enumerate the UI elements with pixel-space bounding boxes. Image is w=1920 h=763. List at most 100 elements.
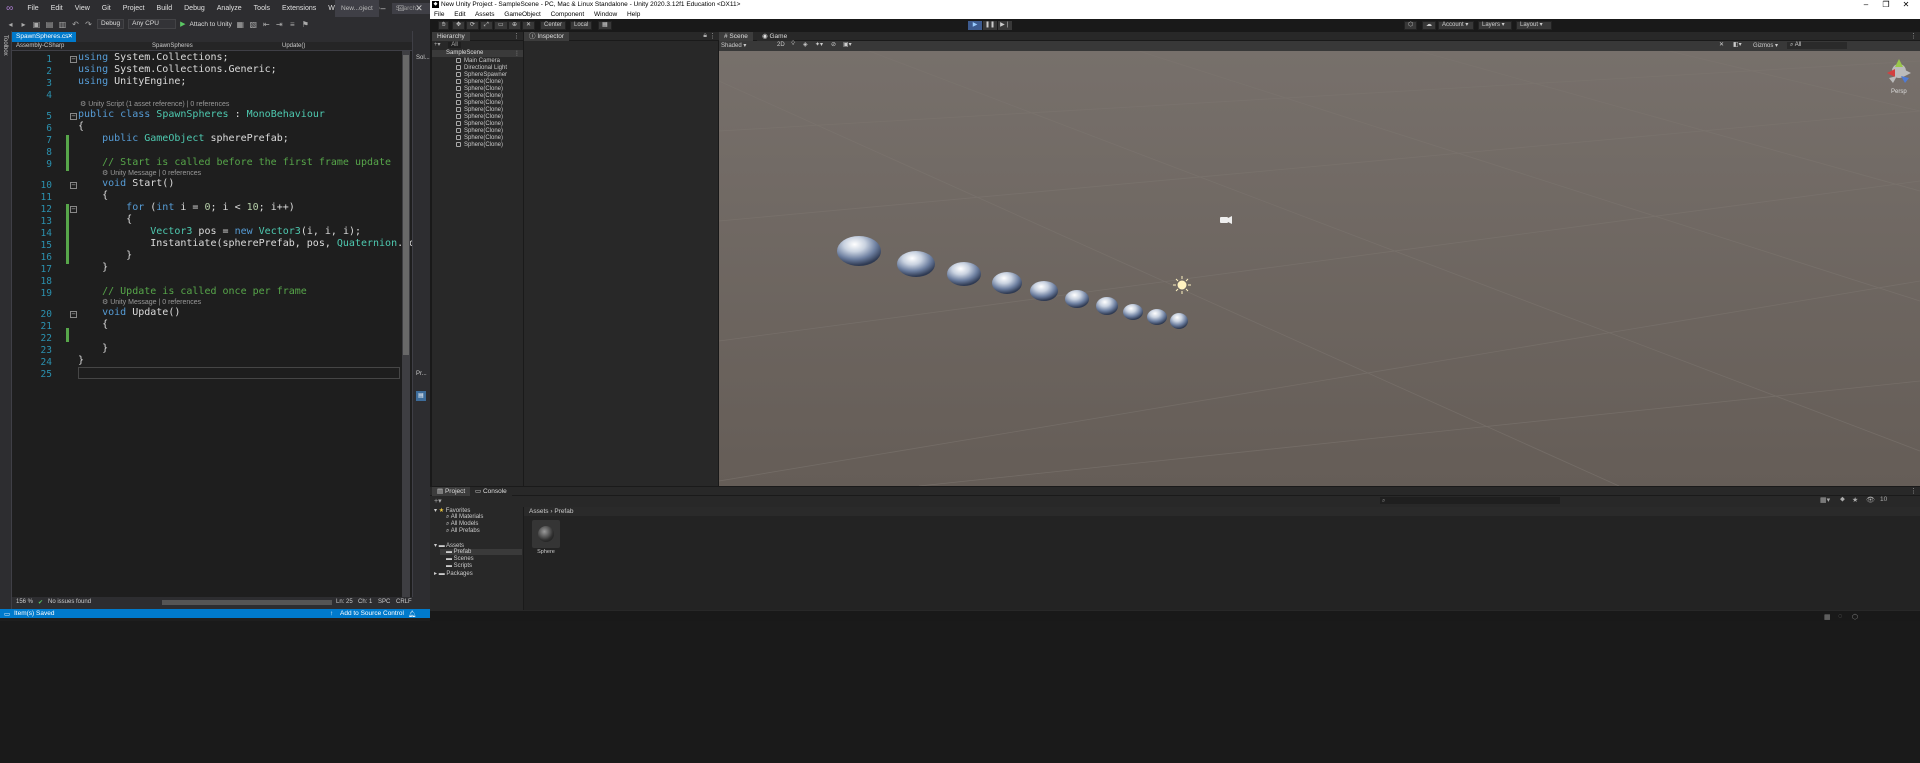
toolbar-tool-icon[interactable]: ⇥ xyxy=(275,20,284,29)
account-dropdown[interactable]: Account ▾ xyxy=(1438,21,1474,30)
new-file-icon[interactable]: ▣ xyxy=(32,20,41,29)
bookmark-icon[interactable]: ⚑ xyxy=(301,20,310,29)
run-icon[interactable]: ▶ xyxy=(180,20,185,28)
tab-game[interactable]: ◉ Game xyxy=(757,32,793,41)
unity-minimize-icon[interactable]: – xyxy=(1856,0,1876,10)
folder-item[interactable]: ▬ Scripts xyxy=(446,563,472,569)
packages-node[interactable]: ▸ ▬ Packages xyxy=(434,570,473,577)
panel-menu-icon[interactable]: ⋮ xyxy=(1910,32,1917,40)
unity-close-icon[interactable]: ✕ xyxy=(1896,0,1916,10)
editor-horizontal-scrollbar[interactable] xyxy=(162,600,332,605)
save-icon[interactable]: ▤ xyxy=(45,20,54,29)
scrollbar-thumb[interactable] xyxy=(403,55,409,355)
menu-debug[interactable]: Debug xyxy=(178,5,211,12)
hand-tool-icon[interactable]: ✋︎ xyxy=(438,21,450,30)
hierarchy-item[interactable]: Directional Light xyxy=(456,65,507,72)
project-search-input[interactable]: ⌕ xyxy=(1380,497,1560,504)
collapse-icon[interactable]: − xyxy=(70,311,77,318)
label-icon[interactable]: ⬥ xyxy=(1840,496,1845,504)
editor-vertical-scrollbar[interactable] xyxy=(402,51,410,597)
render-icon[interactable]: ◧▾ xyxy=(1733,41,1742,48)
hidden-objects-icon[interactable]: ⊘ xyxy=(831,41,836,48)
status-icon[interactable]: ⬡ xyxy=(1852,613,1858,621)
solution-explorer-tab[interactable]: Sol... xyxy=(416,55,430,61)
toolbox-sidebar[interactable]: Toolbox xyxy=(0,31,12,609)
sphere-object[interactable] xyxy=(947,262,981,286)
toolbox-label[interactable]: Toolbox xyxy=(2,35,8,56)
zoom-level[interactable]: 156 % xyxy=(16,599,33,605)
hierarchy-item[interactable]: Sphere(Clone) xyxy=(456,107,503,114)
folder-item-selected[interactable]: ▬ Prefab xyxy=(440,549,522,555)
unity-menu-help[interactable]: Help xyxy=(627,11,640,18)
forward-icon[interactable]: ▸ xyxy=(19,20,28,29)
pause-icon[interactable]: ❚❚ xyxy=(983,21,997,30)
tab-inspector[interactable]: ⓘ Inspector xyxy=(524,32,570,41)
transform-tool-icon[interactable]: ⊕ xyxy=(508,21,522,30)
gizmos-dropdown[interactable]: Gizmos ▾ xyxy=(1753,42,1778,49)
filter-icon[interactable]: ▦▾ xyxy=(1820,496,1830,504)
properties-tab[interactable]: Pr... xyxy=(416,371,427,377)
codelens-start[interactable]: ⚙ Unity Message | 0 references xyxy=(102,169,201,177)
panel-icon[interactable]: ▤ xyxy=(416,391,426,401)
unity-menu-edit[interactable]: Edit xyxy=(454,11,465,18)
unity-menu-assets[interactable]: Assets xyxy=(475,11,495,18)
collapse-icon[interactable]: − xyxy=(70,206,77,213)
codelens-update[interactable]: ⚙ Unity Message | 0 references xyxy=(102,298,201,306)
status-icon[interactable]: ▦ xyxy=(1824,613,1831,621)
sphere-object[interactable] xyxy=(1147,309,1167,325)
move-tool-icon[interactable]: ✥ xyxy=(452,21,466,30)
hierarchy-search-input[interactable]: All xyxy=(448,42,461,48)
scene-viewport[interactable]: Persp xyxy=(719,51,1920,486)
favorites-node[interactable]: ▾ ★ Favorites xyxy=(434,507,470,514)
hierarchy-item[interactable]: SphereSpawner xyxy=(456,72,507,79)
grid-snap-icon[interactable]: ▦ xyxy=(598,21,612,30)
collab-icon[interactable]: ⬡ xyxy=(1404,21,1418,30)
comment-icon[interactable]: ≡ xyxy=(288,20,297,29)
menu-edit[interactable]: Edit xyxy=(45,5,69,12)
menu-project[interactable]: Project xyxy=(117,5,151,12)
unity-menu-component[interactable]: Component xyxy=(551,11,585,18)
platform-dropdown[interactable]: Any CPU xyxy=(128,19,177,29)
configuration-dropdown[interactable]: Debug xyxy=(97,19,125,29)
tools-icon[interactable]: ✕ xyxy=(1719,41,1724,48)
shading-mode-dropdown[interactable]: Shaded ▾ xyxy=(721,42,746,49)
menu-file[interactable]: File xyxy=(21,5,44,12)
scene-search-input[interactable]: ⌕ All xyxy=(1787,42,1847,49)
panel-menu-icon[interactable]: ⋮ xyxy=(1910,487,1917,495)
favorite-item[interactable]: ⌕ All Prefabs xyxy=(446,528,480,535)
whitespace-indicator[interactable]: SPC xyxy=(378,599,390,605)
back-icon[interactable]: ◂ xyxy=(6,20,15,29)
cloud-icon[interactable]: ☁ xyxy=(1422,21,1436,30)
favorite-item[interactable]: ⌕ All Materials xyxy=(446,514,483,521)
effects-toggle-icon[interactable]: ✦▾ xyxy=(815,41,823,48)
unity-menu-window[interactable]: Window xyxy=(594,11,617,18)
step-icon[interactable]: ▶❘ xyxy=(998,21,1012,30)
hierarchy-item[interactable]: Sphere(Clone) xyxy=(456,86,503,93)
menu-analyze[interactable]: Analyze xyxy=(211,5,248,12)
collapse-icon[interactable]: − xyxy=(70,56,77,63)
panel-menu-icon[interactable]: ⋮ xyxy=(709,32,716,40)
unity-menu-gameobject[interactable]: GameObject xyxy=(504,11,541,18)
class-dropdown[interactable]: SpawnSpheres xyxy=(152,43,193,49)
undo-icon[interactable]: ↶ xyxy=(71,20,80,29)
toolbar-tool-icon[interactable]: ▦ xyxy=(236,20,245,29)
sphere-object[interactable] xyxy=(1096,297,1118,315)
play-icon[interactable]: ▶ xyxy=(968,21,982,30)
line-ending-indicator[interactable]: CRLF xyxy=(396,599,412,605)
assets-node[interactable]: ▾ ▬ Assets xyxy=(434,542,464,549)
lighting-toggle-icon[interactable]: 💡︎ xyxy=(791,41,795,48)
tab-hierarchy[interactable]: Hierarchy xyxy=(432,32,470,41)
sphere-object[interactable] xyxy=(1065,290,1089,308)
create-icon[interactable]: +▾ xyxy=(434,497,442,505)
vs-close-icon[interactable]: ✕ xyxy=(410,0,428,17)
tab-console[interactable]: ▭ Console xyxy=(470,487,512,496)
notification-bell-icon[interactable]: 🔔︎ xyxy=(408,610,416,618)
collapse-icon[interactable]: − xyxy=(70,113,77,120)
camera-settings-icon[interactable]: ▣▾ xyxy=(843,41,852,48)
code-editor[interactable]: 1 2 3 4 5 6 7 8 9 10 11 12 13 14 15 16 1… xyxy=(12,51,463,597)
favorite-item[interactable]: ⌕ All Models xyxy=(446,521,478,528)
toolbar-tool-icon[interactable]: ⇤ xyxy=(262,20,271,29)
add-to-source-control-button[interactable]: Add to Source Control xyxy=(340,610,404,617)
project-dropdown[interactable]: Assembly-CSharp xyxy=(16,43,64,49)
hierarchy-item[interactable]: Sphere(Clone) xyxy=(456,114,503,121)
